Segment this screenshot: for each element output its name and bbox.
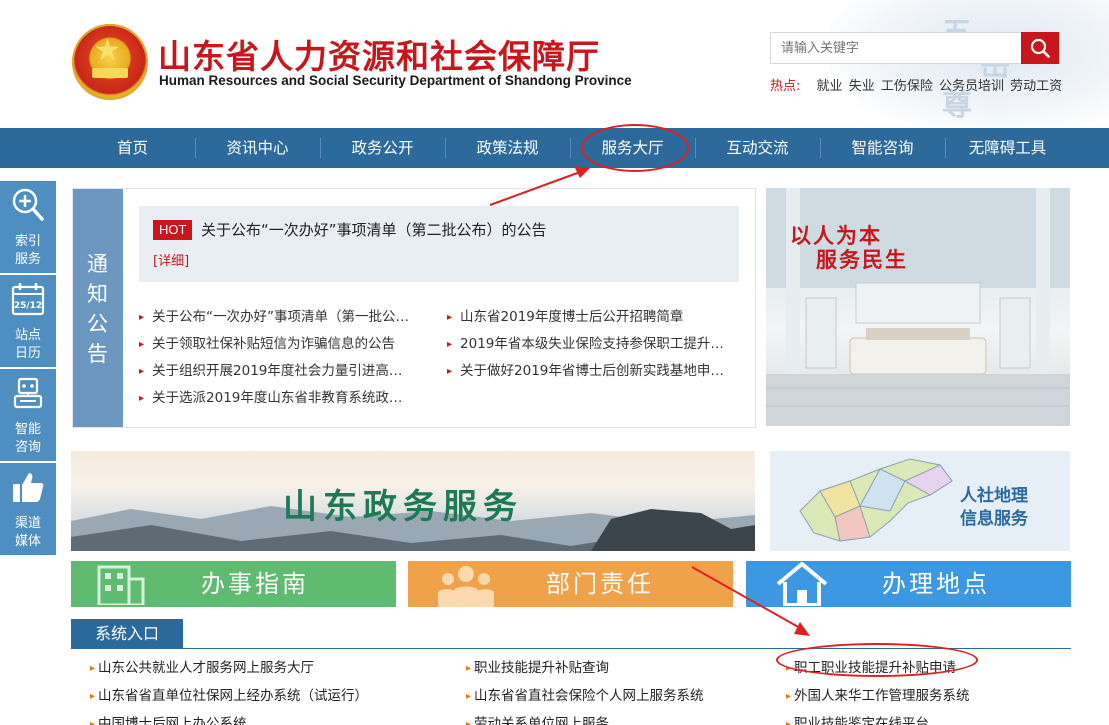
system-entry-tab[interactable]: 系统入口 [71, 619, 183, 648]
system-link[interactable]: 职业技能鉴定在线平台 [786, 712, 929, 725]
tile-label: 办理地点 [882, 570, 990, 598]
nav-service-hall[interactable]: 服务大厅 [570, 128, 695, 168]
hot-notice: HOT 关于公布“一次办好”事项清单（第二批公布）的公告 [详细] [139, 206, 739, 282]
site-subtitle: Human Resources and Social Security Depa… [159, 73, 632, 88]
notice-item[interactable]: 山东省2019年度博士后公开招聘简章 [447, 305, 737, 325]
notice-item[interactable]: 关于做好2019年省博士后创新实践基地申报工作 [447, 359, 737, 379]
nav-news-center[interactable]: 资讯中心 [195, 128, 320, 168]
tile-label: 部门责任 [546, 570, 654, 598]
sidebar-label: 索引 [14, 234, 41, 249]
hot-notice-title[interactable]: 关于公布“一次办好”事项清单（第二批公布）的公告 [201, 220, 547, 240]
calendar-icon: 25/12 [11, 283, 45, 316]
sidebar-label: 渠道 [14, 516, 41, 531]
nav-policies[interactable]: 政策法规 [445, 128, 570, 168]
hot-notice-detail-link[interactable]: [详细] [153, 250, 189, 269]
hot-keywords: 热点: 就业 失业 工伤保险 公务员培训 劳动工资 [770, 75, 1064, 94]
calendar-date: 25/12 [14, 301, 42, 311]
hot-word-link[interactable]: 公务员培训 [939, 79, 1004, 94]
main-nav: 首页 资讯中心 政务公开 政策法规 服务大厅 互动交流 智能咨询 无障碍工具 [0, 128, 1109, 168]
hot-word-link[interactable]: 劳动工资 [1010, 79, 1062, 94]
hall-slogan-line2: 服务民生 [816, 247, 908, 272]
tile-department-duties[interactable]: 部门责任 [408, 561, 733, 607]
system-link[interactable]: 山东省省直社会保险个人网上服务系统 [466, 684, 704, 704]
annotation-arrowhead [794, 622, 810, 636]
sidebar-label: 咨询 [14, 440, 41, 455]
building-icon [97, 565, 145, 605]
system-entry-divider [71, 648, 1071, 649]
hot-badge: HOT [153, 220, 193, 240]
system-link[interactable]: 山东省省直单位社保网上经办系统（试运行） [90, 684, 368, 704]
geo-banner-line2: 信息服务 [960, 509, 1028, 529]
hot-label: 热点: [770, 79, 801, 94]
sidebar-item-index-service[interactable]: 索引 服务 [0, 181, 56, 273]
sidebar-item-smart-consult[interactable]: 智能 咨询 [0, 369, 56, 461]
notice-item[interactable]: 2019年省本级失业保险支持参保职工提升职业技能补贴 [447, 332, 737, 352]
nav-accessibility[interactable]: 无障碍工具 [945, 128, 1070, 168]
search-icon [1030, 38, 1050, 58]
nav-government-affairs[interactable]: 政务公开 [320, 128, 445, 168]
notice-item[interactable]: 关于选派2019年度山东省非教育系统政府人员 [139, 386, 415, 406]
tile-service-location[interactable]: 办理地点 [746, 561, 1071, 607]
notice-side-text: 通知公告 [87, 252, 108, 366]
house-icon [776, 562, 828, 606]
search-input[interactable] [770, 32, 1022, 64]
system-link[interactable]: 劳动关系单位网上服务 [466, 712, 609, 725]
header-decoration: 五 岳 尊 [830, 0, 1109, 128]
sidebar-item-site-calendar[interactable]: 25/12 站点日历 [0, 275, 56, 367]
system-link[interactable]: 外国人来华工作管理服务系统 [786, 684, 970, 704]
notice-item[interactable]: 关于组织开展2019年度社会力量引进高层次人才 [139, 359, 415, 379]
nav-smart-consult[interactable]: 智能咨询 [820, 128, 945, 168]
service-hall-photo[interactable]: 以人为本 服务民生 [766, 188, 1070, 426]
search-plus-icon [12, 188, 44, 221]
geo-banner-line1: 人社地理 [960, 486, 1028, 506]
hr-geo-info-banner[interactable]: 人社地理 信息服务 [770, 451, 1070, 551]
system-link[interactable]: 职业技能提升补贴查询 [466, 656, 609, 676]
thumbs-up-icon [13, 473, 44, 502]
robot-icon [13, 377, 43, 409]
hot-word-link[interactable]: 工伤保险 [881, 79, 933, 94]
left-sidebar: 索引服务 25/12 站点日历 智能咨询 渠道媒体 [0, 181, 56, 557]
sidebar-label: 服务 [14, 252, 41, 267]
people-icon [438, 566, 494, 607]
sidebar-label: 日历 [14, 346, 41, 361]
hot-word-link[interactable]: 就业 [817, 79, 843, 94]
notice-side-title: 通知公告 [73, 189, 123, 427]
national-emblem-icon[interactable]: ★ [72, 24, 148, 100]
sidebar-label: 媒体 [14, 534, 41, 549]
nav-home[interactable]: 首页 [70, 128, 195, 168]
notice-item[interactable]: 关于公布“一次办好”事项清单（第一批公布）的公告 [139, 305, 415, 325]
sidebar-item-media-channels[interactable]: 渠道 媒体 [0, 463, 56, 555]
search-button[interactable] [1021, 32, 1059, 64]
shandong-map-icon [799, 458, 953, 542]
tile-service-guide[interactable]: 办事指南 [71, 561, 396, 607]
system-link[interactable]: 山东公共就业人才服务网上服务大厅 [90, 656, 314, 676]
nav-interaction[interactable]: 互动交流 [695, 128, 820, 168]
site-header: 五 岳 尊 ★ 山东省人力资源和社会保障厅 Human Resources an… [0, 0, 1109, 128]
system-link[interactable]: 中国博士后网上办公系统 [90, 712, 247, 725]
hot-word-link[interactable]: 失业 [849, 79, 875, 94]
system-link[interactable]: 职工职业技能提升补贴申请 [786, 656, 956, 676]
shandong-gov-service-banner[interactable]: 山东政务服务 [71, 451, 755, 551]
sidebar-label: 站点 [14, 328, 41, 343]
notice-panel: 通知公告 HOT 关于公布“一次办好”事项清单（第二批公布）的公告 [详细] 关… [72, 188, 756, 428]
sidebar-label: 智能 [14, 422, 41, 437]
tile-label: 办事指南 [201, 570, 309, 598]
notice-item[interactable]: 关于领取社保补贴短信为诈骗信息的公告 [139, 332, 415, 352]
site-title[interactable]: 山东省人力资源和社会保障厅 [158, 30, 600, 78]
gov-service-banner-title: 山东政务服务 [283, 487, 523, 527]
